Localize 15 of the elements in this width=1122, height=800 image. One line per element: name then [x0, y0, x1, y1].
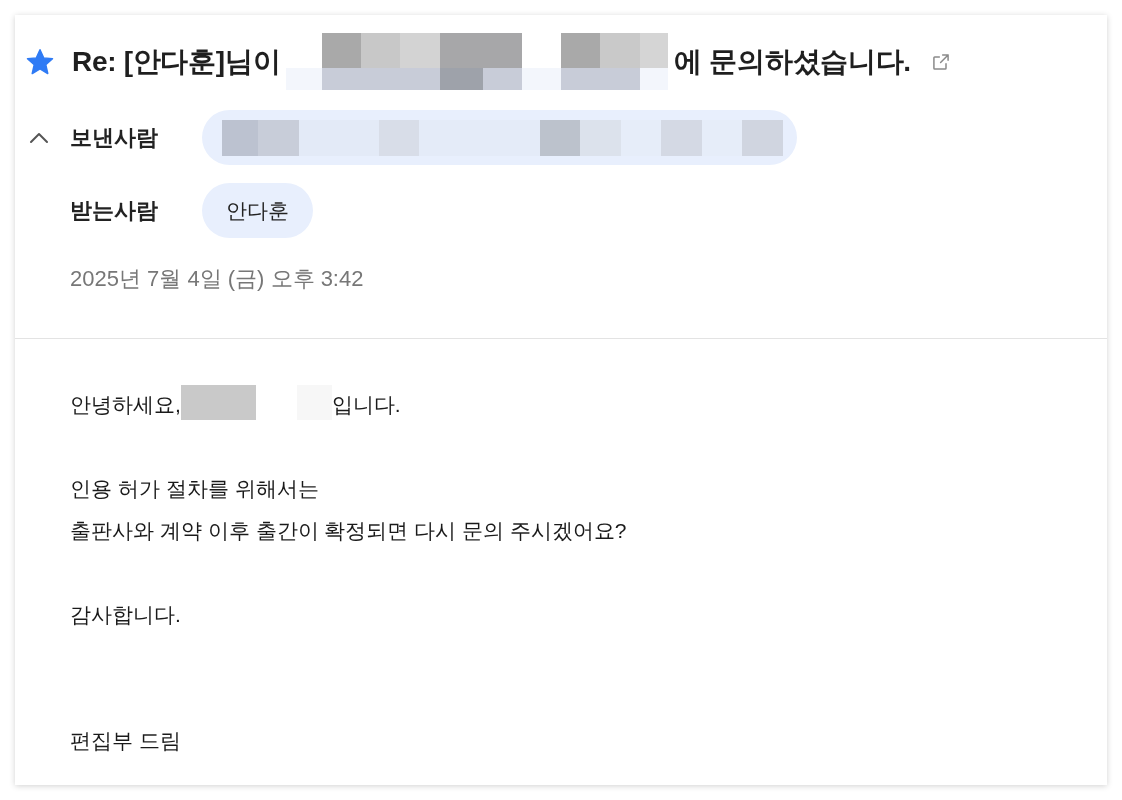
sender-label: 보낸사람	[70, 125, 158, 150]
body-text: 입니다.	[331, 392, 401, 418]
subject-text: Re: [안다훈]님이	[72, 44, 281, 79]
body-text: 인용 허가 절차를 위해서는	[70, 476, 319, 502]
body-text: 출판사와 계약 이후 출간이 확정되면 다시 문의 주시겠어요?	[70, 518, 627, 544]
date-text: 2025년 7월 4일 (금) 오후 3:42	[70, 266, 364, 291]
recipient-chip[interactable]: 안다훈	[202, 183, 313, 238]
body-text: 편집부 드림	[70, 728, 181, 754]
star-icon[interactable]	[25, 46, 55, 77]
external-link-icon[interactable]	[930, 51, 951, 72]
caret-icon[interactable]	[29, 131, 49, 144]
body-text: 감사합니다.	[70, 602, 181, 628]
recipient-label: 받는사람	[70, 198, 158, 223]
subject-text: 에 문의하셨습니다.	[674, 44, 911, 79]
body-text: 안녕하세요,	[70, 392, 181, 418]
